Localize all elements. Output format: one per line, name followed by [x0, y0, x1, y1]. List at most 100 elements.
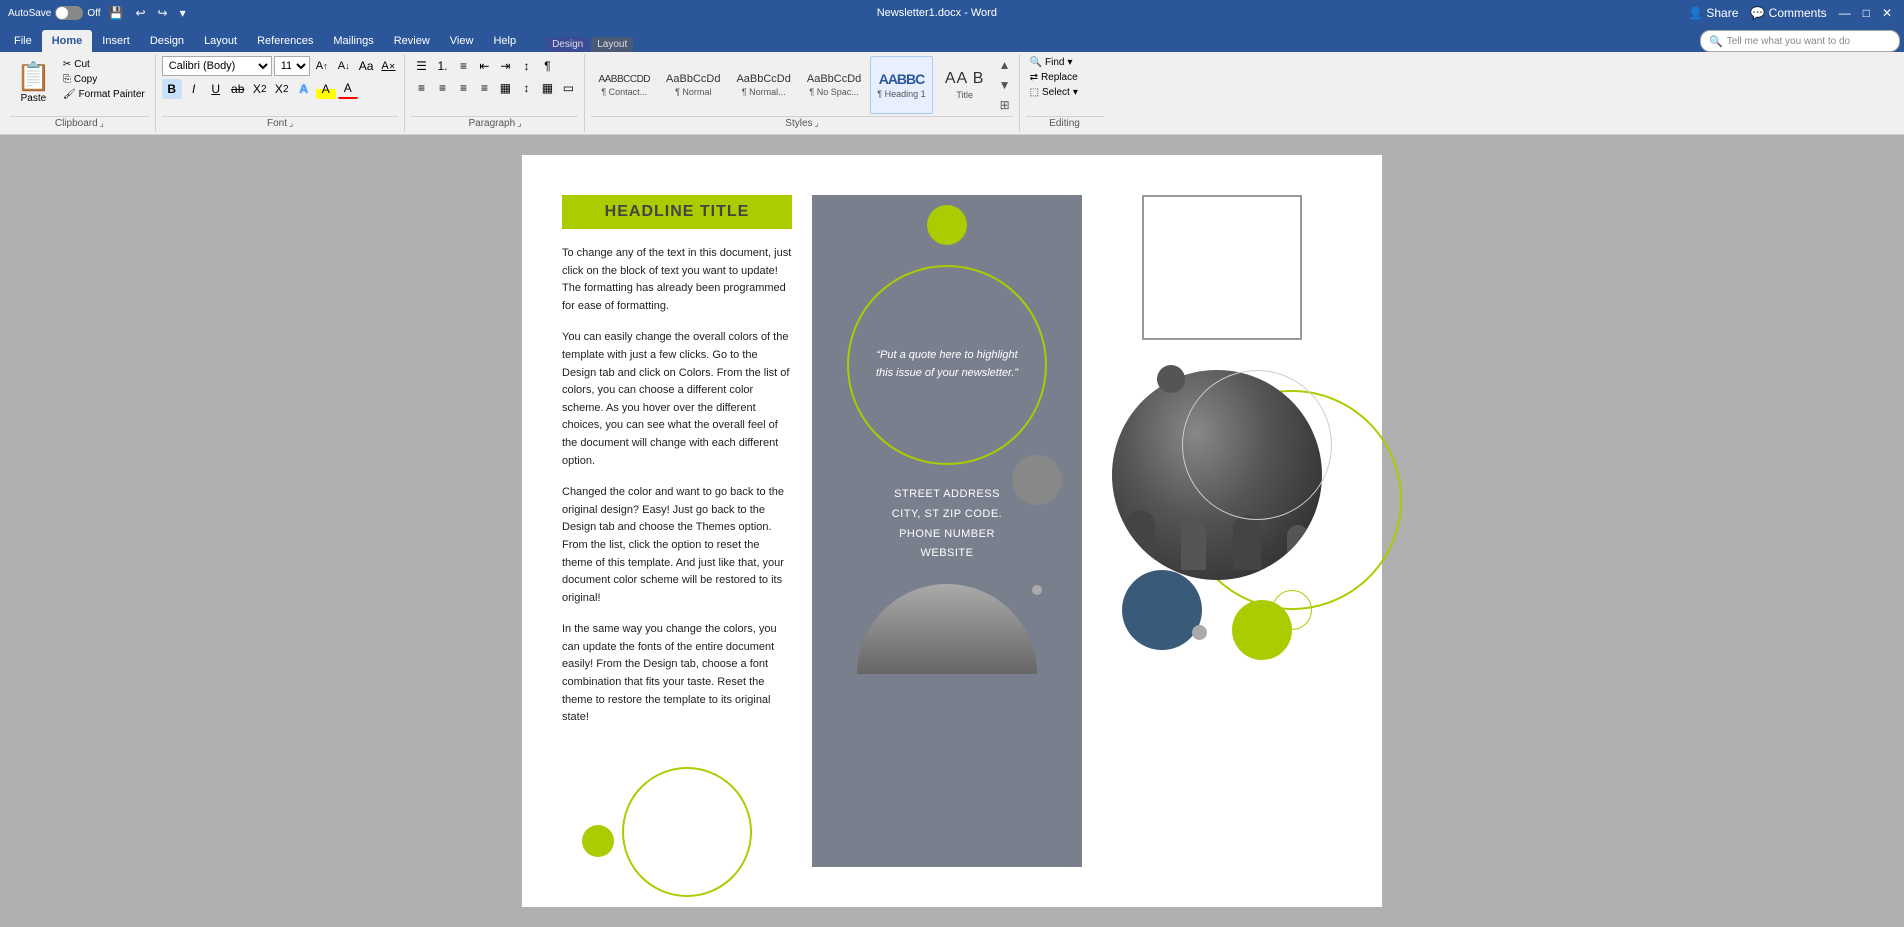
redo-button[interactable]: ↪ — [154, 4, 172, 22]
save-button[interactable]: 💾 — [105, 4, 128, 22]
styles-scroll-down[interactable]: ▼ — [997, 76, 1013, 94]
sort-button[interactable]: ↕ — [516, 56, 536, 76]
styles-scroll-up[interactable]: ▲ — [997, 56, 1013, 74]
paste-button[interactable]: 📋 Paste — [10, 56, 57, 108]
body-paragraph-3[interactable]: Changed the color and want to go back to… — [562, 484, 792, 607]
font-color-button[interactable]: A — [338, 79, 358, 99]
font-shrink-button[interactable]: A↓ — [334, 56, 354, 76]
strikethrough-button[interactable]: ab — [228, 79, 248, 99]
find-dropdown-icon: ▾ — [1067, 57, 1072, 68]
line-spacing-button[interactable]: ↕ — [516, 78, 536, 98]
tab-help[interactable]: Help — [483, 30, 526, 52]
doc-left-column: HEADLINE TITLE To change any of the text… — [562, 195, 792, 867]
clipboard-expand-icon[interactable]: ⌟ — [100, 118, 104, 129]
multilevel-button[interactable]: ≡ — [453, 56, 473, 76]
format-painter-button[interactable]: 🖌 Format Painter — [59, 88, 149, 101]
numbering-button[interactable]: 1. — [432, 56, 452, 76]
close-button[interactable]: ✕ — [1878, 4, 1896, 22]
show-hide-button[interactable]: ¶ — [537, 56, 557, 76]
paragraph-expand-icon[interactable]: ⌟ — [517, 118, 521, 129]
tab-design[interactable]: Design — [140, 30, 194, 52]
editing-label: Editing — [1026, 116, 1104, 130]
justify-button[interactable]: ≡ — [474, 78, 494, 98]
styles-expand[interactable]: ⊞ — [997, 96, 1013, 114]
tab-context-layout[interactable]: Layout — [591, 37, 633, 52]
document-canvas: HEADLINE TITLE To change any of the text… — [522, 155, 1382, 907]
clear-formatting-button[interactable]: A✕ — [378, 56, 398, 76]
style-item-contacts[interactable]: AABBCCDD ¶ Contact... — [591, 56, 657, 114]
share-button[interactable]: 👤 Share — [1684, 4, 1742, 22]
paragraph-group: ☰ 1. ≡ ⇤ ⇥ ↕ ¶ ≡ ≡ ≡ ≡ ▦ ↕ ▦ ▭ — [405, 54, 585, 132]
replace-button[interactable]: ⇄ Replace — [1026, 71, 1082, 84]
maximize-button[interactable]: □ — [1859, 4, 1874, 22]
cut-button[interactable]: ✂ Cut — [59, 58, 149, 71]
window-title: Newsletter1.docx - Word — [194, 7, 1680, 19]
tab-references[interactable]: References — [247, 30, 323, 52]
tab-file[interactable]: File — [4, 30, 42, 52]
quote-text[interactable]: “Put a quote here to highlight this issu… — [869, 347, 1025, 382]
align-center-button[interactable]: ≡ — [432, 78, 452, 98]
shading-button[interactable]: ▦ — [537, 78, 557, 98]
column-button[interactable]: ▦ — [495, 78, 515, 98]
paste-label: Paste — [21, 93, 47, 104]
superscript-button[interactable]: X2 — [272, 79, 292, 99]
style-item-heading1[interactable]: AABBC ¶ Heading 1 — [870, 56, 932, 114]
style-item-no-space[interactable]: AaBbCcDd ¶ No Spac... — [800, 56, 868, 114]
text-effects-button[interactable]: A — [294, 79, 314, 99]
tab-home[interactable]: Home — [42, 30, 93, 52]
body-paragraph-2[interactable]: You can easily change the overall colors… — [562, 329, 792, 470]
autosave-toggle[interactable] — [55, 6, 83, 20]
tab-view[interactable]: View — [440, 30, 484, 52]
change-case-button[interactable]: Aa — [356, 56, 377, 76]
border-button[interactable]: ▭ — [558, 78, 578, 98]
decrease-indent-button[interactable]: ⇤ — [474, 56, 494, 76]
style-label-heading1: ¶ Heading 1 — [877, 89, 925, 99]
italic-button[interactable]: I — [184, 79, 204, 99]
paragraph-controls: ☰ 1. ≡ ⇤ ⇥ ↕ ¶ ≡ ≡ ≡ ≡ ▦ ↕ ▦ ▭ — [411, 56, 578, 114]
comments-button[interactable]: 💬 Comments — [1746, 4, 1830, 22]
paste-icon: 📋 — [16, 60, 51, 93]
underline-button[interactable]: U — [206, 79, 226, 99]
tell-me-search[interactable]: 🔍 Tell me what you want to do — [1700, 30, 1900, 52]
bold-button[interactable]: B — [162, 79, 182, 99]
clipboard-label: Clipboard ⌟ — [10, 116, 149, 130]
font-name-select[interactable]: Calibri (Body) — [162, 56, 272, 76]
body-paragraph-4[interactable]: In the same way you change the colors, y… — [562, 621, 792, 727]
clipboard-side: ✂ Cut ⎘ Copy 🖌 Format Painter — [59, 56, 149, 101]
tab-mailings[interactable]: Mailings — [323, 30, 383, 52]
align-left-button[interactable]: ≡ — [411, 78, 431, 98]
minimize-button[interactable]: — — [1835, 4, 1855, 22]
style-item-no-spacing[interactable]: AaBbCcDd ¶ Normal... — [729, 56, 797, 114]
styles-expand-icon[interactable]: ⌟ — [815, 118, 819, 129]
document-area: HEADLINE TITLE To change any of the text… — [0, 135, 1904, 927]
autosave-label: AutoSave — [8, 8, 51, 19]
font-size-select[interactable]: 11 — [274, 56, 310, 76]
increase-indent-button[interactable]: ⇥ — [495, 56, 515, 76]
headline-title[interactable]: HEADLINE TITLE — [562, 195, 792, 229]
tab-context-design[interactable]: Design — [546, 37, 589, 52]
customize-qa-button[interactable]: ▾ — [176, 4, 190, 22]
doc-left-decorations — [562, 747, 792, 867]
tab-layout[interactable]: Layout — [194, 30, 247, 52]
search-icon: 🔍 — [1709, 35, 1723, 48]
bullets-button[interactable]: ☰ — [411, 56, 431, 76]
tab-review[interactable]: Review — [384, 30, 440, 52]
style-preview-heading1: AABBC — [879, 71, 925, 87]
tab-insert[interactable]: Insert — [92, 30, 140, 52]
style-item-title[interactable]: AA B Title — [935, 56, 995, 114]
ribbon-tabs: File Home Insert Design Layout Reference… — [0, 26, 1904, 52]
copy-button[interactable]: ⎘ Copy — [59, 73, 149, 86]
body-paragraph-1[interactable]: To change any of the text in this docume… — [562, 245, 792, 315]
undo-button[interactable]: ↩ — [131, 4, 149, 22]
subscript-button[interactable]: X2 — [250, 79, 270, 99]
font-expand-icon[interactable]: ⌟ — [289, 118, 293, 129]
text-highlight-button[interactable]: A — [316, 79, 336, 99]
select-icon: ⬚ — [1030, 87, 1039, 98]
style-preview-contacts: AABBCCDD — [598, 74, 650, 85]
style-preview-no-spacing: AaBbCcDd — [736, 73, 790, 85]
align-right-button[interactable]: ≡ — [453, 78, 473, 98]
find-button[interactable]: 🔍 Find ▾ — [1026, 56, 1077, 69]
style-item-normal[interactable]: AaBbCcDd ¶ Normal — [659, 56, 727, 114]
font-grow-button[interactable]: A↑ — [312, 56, 332, 76]
select-button[interactable]: ⬚ Select ▾ — [1026, 86, 1082, 99]
